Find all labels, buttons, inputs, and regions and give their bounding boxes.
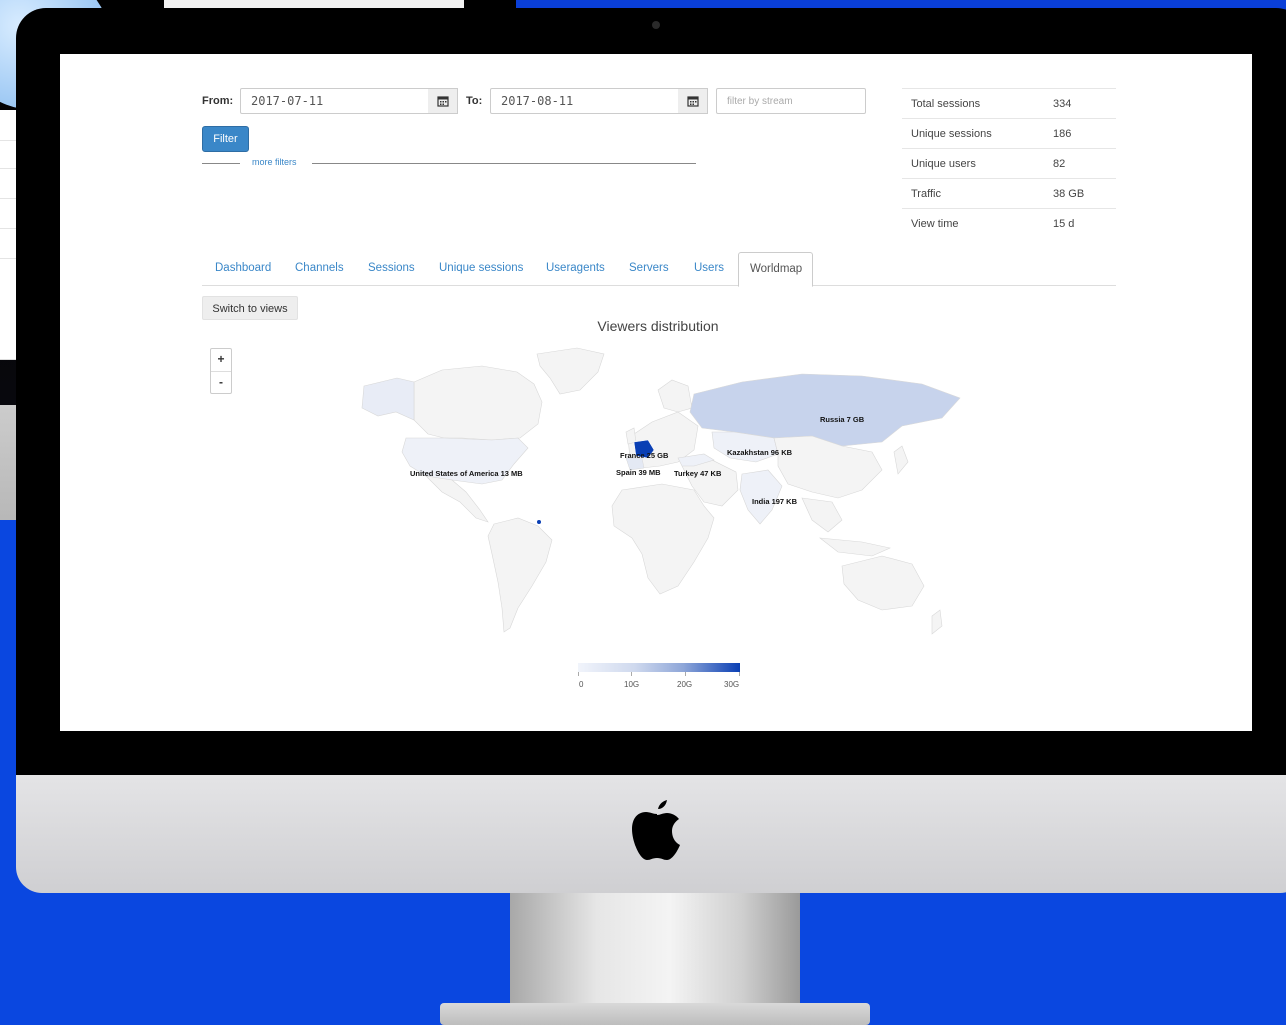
- region-new-zealand: [931, 609, 943, 635]
- region-china: [773, 435, 883, 499]
- stat-row: Total sessions 334: [902, 88, 1116, 118]
- legend-tick-label: 20G: [677, 680, 693, 689]
- map-title: Viewers distribution: [597, 318, 719, 334]
- stat-label: View time: [911, 218, 959, 230]
- region-canada: [413, 365, 543, 441]
- region-australia: [841, 555, 925, 611]
- tab-channels[interactable]: Channels: [295, 252, 344, 286]
- legend-tick-label: 30G: [724, 680, 740, 689]
- stat-row: Unique sessions 186: [902, 118, 1116, 148]
- stat-label: Traffic: [911, 188, 941, 200]
- from-calendar-button[interactable]: [428, 88, 458, 114]
- region-se-asia: [801, 497, 843, 533]
- map-label-kazakhstan: Kazakhstan 96 KB: [727, 448, 793, 457]
- map-zoom-control: + -: [210, 348, 232, 394]
- map-legend: 0 10G 20G 30G: [578, 663, 742, 703]
- stat-row: Unique users 82: [902, 148, 1116, 178]
- from-date-input[interactable]: 2017-07-11: [240, 88, 430, 114]
- stat-row: View time 15 d: [902, 208, 1116, 238]
- stat-value: 82: [1053, 158, 1066, 170]
- tab-users[interactable]: Users: [694, 252, 724, 286]
- tab-useragents[interactable]: Useragents: [546, 252, 605, 286]
- tab-sessions[interactable]: Sessions: [368, 252, 415, 286]
- world-map[interactable]: [342, 342, 982, 652]
- screen: From: 2017-07-11 To: 2017-08-11 filter b…: [60, 54, 1252, 731]
- region-africa: [611, 483, 715, 595]
- map-label-spain: Spain 39 MB: [616, 468, 661, 477]
- calendar-icon: [686, 96, 699, 107]
- filter-button[interactable]: Filter: [202, 126, 249, 152]
- legend-tick-label: 10G: [624, 680, 640, 689]
- stat-value: 15 d: [1053, 218, 1075, 230]
- stat-value: 186: [1053, 128, 1072, 140]
- more-filters-divider: more filters: [202, 156, 696, 170]
- legend-color-scale: [578, 663, 740, 672]
- calendar-icon: [436, 96, 449, 107]
- region-uk: [625, 427, 637, 445]
- stream-filter-input[interactable]: filter by stream: [716, 88, 866, 114]
- region-alaska: [361, 377, 415, 421]
- tab-worldmap[interactable]: Worldmap: [738, 252, 813, 287]
- stat-label: Total sessions: [911, 98, 981, 110]
- zoom-in-button[interactable]: +: [211, 349, 231, 371]
- stat-row: Traffic 38 GB: [902, 178, 1116, 208]
- tab-unique-sessions[interactable]: Unique sessions: [439, 252, 523, 286]
- region-japan: [893, 445, 909, 475]
- map-label-france: France 25 GB: [620, 451, 669, 460]
- apple-logo-icon: [632, 800, 680, 860]
- map-label-turkey: Turkey 47 KB: [674, 469, 722, 478]
- zoom-out-button[interactable]: -: [211, 371, 231, 393]
- stat-label: Unique users: [911, 158, 976, 170]
- map-label-russia: Russia 7 GB: [820, 415, 865, 424]
- legend-tick-label: 0: [579, 680, 584, 689]
- map-label-india: India 197 KB: [752, 497, 798, 506]
- region-french-guiana: [537, 520, 541, 524]
- from-label: From:: [202, 95, 234, 107]
- region-greenland: [536, 347, 605, 395]
- tab-dashboard[interactable]: Dashboard: [215, 252, 271, 286]
- to-label: To:: [466, 95, 483, 107]
- monitor-stand: [440, 893, 870, 1025]
- more-filters-link[interactable]: more filters: [252, 157, 297, 167]
- map-label-usa: United States of America 13 MB: [410, 469, 523, 478]
- region-south-america: [487, 517, 553, 633]
- stat-value: 334: [1053, 98, 1072, 110]
- tab-bar: Dashboard Channels Sessions Unique sessi…: [202, 252, 1116, 287]
- to-calendar-button[interactable]: [678, 88, 708, 114]
- region-indonesia: [819, 537, 891, 557]
- tab-servers[interactable]: Servers: [629, 252, 669, 286]
- stat-label: Unique sessions: [911, 128, 992, 140]
- camera-icon: [652, 21, 660, 29]
- stat-value: 38 GB: [1053, 188, 1085, 200]
- to-date-input[interactable]: 2017-08-11: [490, 88, 680, 114]
- region-scandinavia: [657, 379, 693, 413]
- switch-to-views-button[interactable]: Switch to views: [202, 296, 298, 320]
